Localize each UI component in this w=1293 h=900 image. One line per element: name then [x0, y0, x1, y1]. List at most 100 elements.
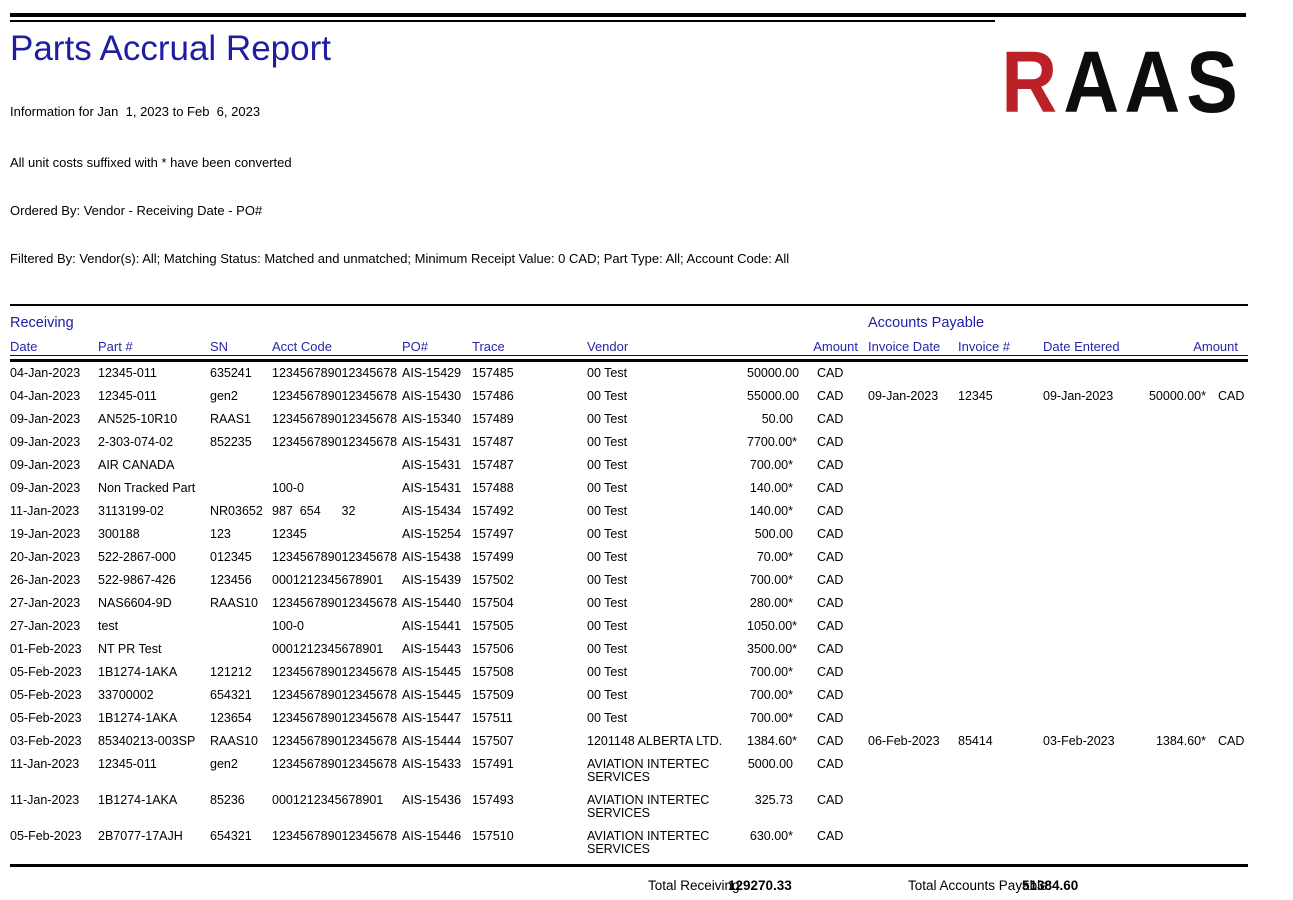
- cell-inv_date: [868, 753, 958, 789]
- cell-amount: 325.73: [747, 789, 817, 825]
- cell-inv_no: [958, 825, 1043, 861]
- cell-ap_cur: [1208, 523, 1248, 546]
- cell-inv_date: [868, 638, 958, 661]
- cell-ap_amount: [1143, 707, 1208, 730]
- header-rule: [10, 304, 1248, 306]
- cell-date: 05-Feb-2023: [10, 707, 98, 730]
- cell-entered: [1043, 477, 1143, 500]
- cell-trace: 157485: [472, 362, 587, 385]
- cell-date: 04-Jan-2023: [10, 385, 98, 408]
- cell-cur: CAD: [817, 684, 868, 707]
- cell-inv_no: [958, 477, 1043, 500]
- table-row: 05-Feb-20231B1274-1AKA121212123456789012…: [10, 661, 1248, 684]
- cell-ap_amount: [1143, 569, 1208, 592]
- cell-cur: CAD: [817, 592, 868, 615]
- cell-ap_cur: [1208, 592, 1248, 615]
- cell-trace: 157492: [472, 500, 587, 523]
- cell-date: 09-Jan-2023: [10, 477, 98, 500]
- cell-vendor: 00 Test: [587, 638, 747, 661]
- cell-inv_no: [958, 615, 1043, 638]
- cell-acct: 12345: [272, 523, 402, 546]
- cell-sn: 654321: [210, 684, 272, 707]
- cell-date: 03-Feb-2023: [10, 730, 98, 753]
- cell-date: 26-Jan-2023: [10, 569, 98, 592]
- cell-entered: [1043, 684, 1143, 707]
- logo-letter-a2: A: [1125, 34, 1181, 130]
- cell-date: 05-Feb-2023: [10, 825, 98, 861]
- cell-trace: 157509: [472, 684, 587, 707]
- cell-amount: 500.00: [747, 523, 817, 546]
- cell-entered: [1043, 615, 1143, 638]
- cell-trace: 157511: [472, 707, 587, 730]
- cell-trace: 157505: [472, 615, 587, 638]
- cell-trace: 157487: [472, 431, 587, 454]
- cell-acct: 123456789012345678: [272, 362, 402, 385]
- cell-ap_amount: [1143, 684, 1208, 707]
- cell-inv_no: [958, 431, 1043, 454]
- cell-inv_date: [868, 362, 958, 385]
- cell-ap_amount: [1143, 362, 1208, 385]
- bottom-thick-rule: [10, 864, 1248, 867]
- cell-inv_no: [958, 684, 1043, 707]
- column-header-amount: Amount: [747, 337, 868, 356]
- cell-part: Non Tracked Part: [98, 477, 210, 500]
- cell-inv_no: [958, 500, 1043, 523]
- cell-trace: 157486: [472, 385, 587, 408]
- cell-ap_cur: [1208, 408, 1248, 431]
- cell-ap_amount: 50000.00*: [1143, 385, 1208, 408]
- cell-vendor: 00 Test: [587, 431, 747, 454]
- cell-ap_amount: [1143, 477, 1208, 500]
- cell-ap_amount: 1384.60*: [1143, 730, 1208, 753]
- cell-cur: CAD: [817, 753, 868, 789]
- table-row: 03-Feb-202385340213-003SPRAAS10123456789…: [10, 730, 1248, 753]
- cell-inv_date: [868, 500, 958, 523]
- cell-part: 1B1274-1AKA: [98, 661, 210, 684]
- cell-amount: 1050.00*: [747, 615, 817, 638]
- table-row: 09-Jan-2023AN525-10R10RAAS11234567890123…: [10, 408, 1248, 431]
- cell-cur: CAD: [817, 661, 868, 684]
- cell-cur: CAD: [817, 615, 868, 638]
- table-row: 11-Jan-20231B1274-1AKA852360001212345678…: [10, 789, 1248, 825]
- cell-entered: 09-Jan-2023: [1043, 385, 1143, 408]
- cell-ap_cur: [1208, 753, 1248, 789]
- cell-inv_date: [868, 615, 958, 638]
- cell-vendor: 00 Test: [587, 408, 747, 431]
- table-row: 09-Jan-20232-303-074-0285223512345678901…: [10, 431, 1248, 454]
- cell-part: 300188: [98, 523, 210, 546]
- cell-inv_date: [868, 789, 958, 825]
- cell-inv_no: [958, 707, 1043, 730]
- cell-inv_no: [958, 592, 1043, 615]
- cell-trace: 157502: [472, 569, 587, 592]
- table-row: 05-Feb-202333700002654321123456789012345…: [10, 684, 1248, 707]
- cell-sn: [210, 477, 272, 500]
- cell-inv_no: [958, 408, 1043, 431]
- cell-inv_date: [868, 431, 958, 454]
- cell-po: AIS-15429: [402, 362, 472, 385]
- cell-date: 09-Jan-2023: [10, 454, 98, 477]
- cell-date: 05-Feb-2023: [10, 661, 98, 684]
- cell-amount: 140.00*: [747, 500, 817, 523]
- cell-cur: CAD: [817, 638, 868, 661]
- cell-part: 2-303-074-02: [98, 431, 210, 454]
- cell-entered: [1043, 523, 1143, 546]
- cell-sn: 852235: [210, 431, 272, 454]
- cell-part: 12345-011: [98, 385, 210, 408]
- cell-inv_no: [958, 523, 1043, 546]
- cell-inv_date: 09-Jan-2023: [868, 385, 958, 408]
- cell-sn: gen2: [210, 753, 272, 789]
- cell-vendor: 00 Test: [587, 684, 747, 707]
- cell-amount: 700.00*: [747, 707, 817, 730]
- cell-po: AIS-15438: [402, 546, 472, 569]
- cell-po: AIS-15447: [402, 707, 472, 730]
- cell-amount: 630.00*: [747, 825, 817, 861]
- column-header-date: Date: [10, 337, 98, 356]
- cell-acct: 100-0: [272, 615, 402, 638]
- cell-part: 522-9867-426: [98, 569, 210, 592]
- cell-ap_cur: [1208, 661, 1248, 684]
- total-receiving-value: 129270.33: [728, 878, 792, 893]
- cell-amount: 50000.00: [747, 362, 817, 385]
- cell-ap_cur: CAD: [1208, 385, 1248, 408]
- cell-part: 33700002: [98, 684, 210, 707]
- cell-part: 1B1274-1AKA: [98, 789, 210, 825]
- cell-po: AIS-15443: [402, 638, 472, 661]
